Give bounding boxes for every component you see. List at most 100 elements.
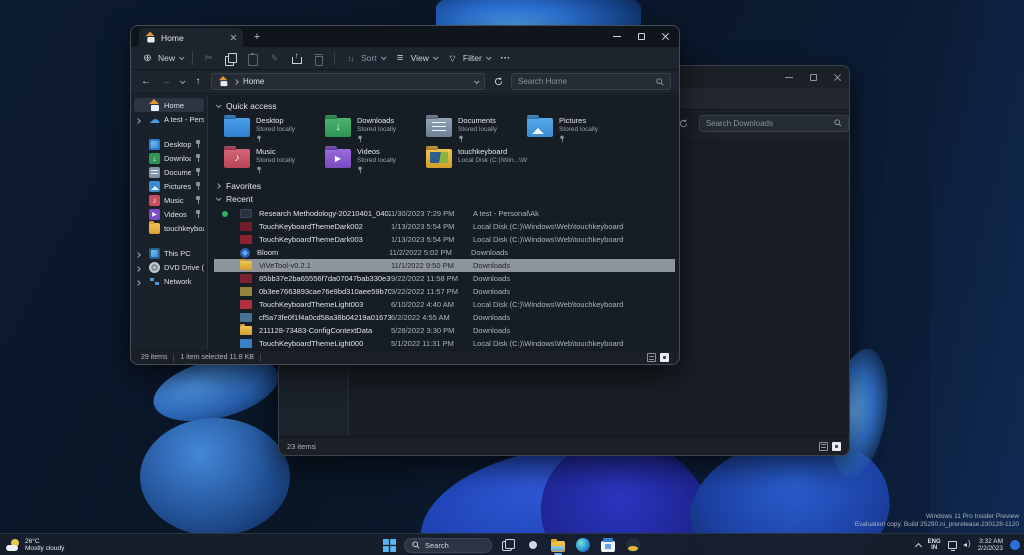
sidebar-item-documents[interactable]: Documents <box>134 165 204 179</box>
recent-row-0b3e[interactable]: 0b3ee7663893cae76e9bd310aee59b70d76cc476… <box>214 285 675 298</box>
folder-icon <box>426 149 452 168</box>
recent-locations-button[interactable] <box>180 78 186 84</box>
sidebar-item-home[interactable]: Home <box>134 98 204 112</box>
large-icons-view-button[interactable] <box>660 353 669 362</box>
more-options-button[interactable] <box>499 52 512 65</box>
tile-desktop[interactable]: Desktop Stored locally <box>224 116 325 143</box>
recent-files-list: Research Methodology-20210401_040256-Mee… <box>214 207 679 350</box>
item-label: This PC <box>164 249 204 258</box>
new-tab-button[interactable] <box>249 29 265 45</box>
recent-row-85bb[interactable]: 85bb37e2ba65556f7da07047bab330e3534c80a2… <box>214 272 675 285</box>
expand-chevron-icon[interactable] <box>135 252 141 258</box>
command-bar: New Sort View Filter <box>131 47 679 70</box>
items-count: 29 items <box>141 354 167 361</box>
forward-button[interactable] <box>159 75 173 89</box>
recent-row-211128[interactable]: 211128-73483-ConfigContextData 5/28/2022… <box>214 324 675 337</box>
expand-chevron-icon[interactable] <box>135 118 141 124</box>
tile-title: Documents <box>458 116 497 125</box>
file-location: Downloads <box>471 248 675 257</box>
back-button[interactable] <box>139 75 153 89</box>
breadcrumb[interactable]: Home <box>211 73 485 90</box>
new-button[interactable]: New <box>141 52 183 65</box>
sort-button[interactable]: Sort <box>344 52 385 65</box>
details-view-button[interactable] <box>647 353 656 362</box>
tile-videos[interactable]: Videos Stored locally <box>325 147 426 174</box>
pin-icon <box>195 196 201 204</box>
copy-button[interactable] <box>224 52 237 65</box>
sidebar-item-videos[interactable]: Videos <box>134 207 204 221</box>
share-button[interactable] <box>290 52 303 65</box>
recent-row-bloom[interactable]: Bloom 11/2/2022 5:02 PM Downloads <box>214 246 675 259</box>
language-indicator[interactable]: ENG IN <box>928 539 941 552</box>
close-button[interactable] <box>653 26 677 47</box>
maximize-button[interactable] <box>629 26 653 47</box>
folder-icon <box>224 149 250 168</box>
tile-pictures[interactable]: Pictures Stored locally <box>527 116 628 143</box>
notification-badge[interactable] <box>1010 540 1020 550</box>
file-explorer-window[interactable]: Home New <box>130 25 680 365</box>
sidebar-item-downloads[interactable]: Downloads <box>134 151 204 165</box>
weather-widget[interactable]: 26°C Mostly cloudy <box>6 534 64 555</box>
close-button[interactable] <box>825 66 849 88</box>
file-location: Downloads <box>473 274 675 283</box>
sidebar-item-music[interactable]: Music <box>134 193 204 207</box>
tile-documents[interactable]: Documents Stored locally <box>426 116 527 143</box>
minimize-button[interactable] <box>605 26 629 47</box>
recent-row-dark002[interactable]: TouchKeyboardThemeDark002 1/13/2023 5:54… <box>214 220 675 233</box>
show-hidden-icons-button[interactable] <box>915 543 922 550</box>
item-icon <box>149 209 160 220</box>
store-icon[interactable] <box>599 535 617 555</box>
refresh-button[interactable] <box>491 75 505 89</box>
system-icons[interactable] <box>948 541 971 549</box>
expand-chevron-icon[interactable] <box>135 266 141 272</box>
maximize-button[interactable] <box>801 66 825 88</box>
taskbar-search[interactable]: Search <box>404 538 492 553</box>
refresh-icon <box>679 119 688 128</box>
search-input[interactable]: Search Downloads <box>699 115 849 132</box>
details-view-button[interactable] <box>819 442 828 451</box>
section-recent[interactable]: Recent <box>214 192 679 205</box>
tab-home[interactable]: Home <box>139 28 243 47</box>
minimize-button[interactable] <box>777 66 801 88</box>
chat-icon[interactable] <box>524 535 542 555</box>
recent-row-light003[interactable]: TouchKeyboardThemeLight003 6/10/2022 4:4… <box>214 298 675 311</box>
clock[interactable]: 3:32 AM 2/2/2023 <box>978 538 1003 553</box>
view-button[interactable]: View <box>394 52 437 65</box>
sidebar-item-network[interactable]: Network <box>134 274 204 288</box>
item-label: A test - Personal <box>164 115 204 124</box>
item-label: Downloads <box>164 154 191 163</box>
sidebar-item-desktop[interactable]: Desktop <box>134 137 204 151</box>
section-quick-access[interactable]: Quick access <box>214 99 679 112</box>
search-input[interactable]: Search Home <box>511 73 671 90</box>
tile-touchkeyboard[interactable]: touchkeyboard Local Disk (C:)\Win...\Web <box>426 147 527 174</box>
sidebar-item-pictures[interactable]: Pictures <box>134 179 204 193</box>
file-explorer-icon[interactable] <box>549 535 567 555</box>
recent-row-dark003[interactable]: TouchKeyboardThemeDark003 1/13/2023 5:54… <box>214 233 675 246</box>
recent-row-light000[interactable]: TouchKeyboardThemeLight000 5/1/2022 11:3… <box>214 337 675 350</box>
recent-row-vivetool[interactable]: ViVeTool-v0.2.1 11/1/2022 9:50 PM Downlo… <box>214 259 675 272</box>
sidebar-item-dvd-drive[interactable]: DVD Drive (D:) CCC <box>134 260 204 274</box>
start-button[interactable] <box>382 538 397 553</box>
tile-downloads[interactable]: Downloads Stored locally <box>325 116 426 143</box>
paste-button[interactable] <box>246 52 259 65</box>
sidebar-item-touchkeyboard[interactable]: touchkeyboard <box>134 221 204 235</box>
tab-close-icon[interactable] <box>230 34 237 41</box>
task-view-icon[interactable] <box>499 535 517 555</box>
sidebar-item-this-pc[interactable]: This PC <box>134 246 204 260</box>
cut-button[interactable] <box>202 52 215 65</box>
filter-button[interactable]: Filter <box>446 52 490 65</box>
recent-row-research[interactable]: Research Methodology-20210401_040256-Mee… <box>214 207 675 220</box>
delete-button[interactable] <box>312 52 325 65</box>
edge-icon[interactable] <box>574 535 592 555</box>
recent-row-cf5a[interactable]: cf5a73fe0f1f4a0cd58a38b04219a0167354f87f… <box>214 311 675 324</box>
sidebar-item-onedrive[interactable]: A test - Personal <box>134 112 204 126</box>
address-dropdown-icon[interactable] <box>474 78 480 84</box>
rename-button[interactable] <box>268 52 281 65</box>
wallpaper-right-glow <box>930 0 1024 555</box>
up-button[interactable] <box>191 75 205 89</box>
section-favorites[interactable]: Favorites <box>214 179 679 192</box>
large-icons-view-button[interactable] <box>832 442 841 451</box>
tile-music[interactable]: Music Stored locally <box>224 147 325 174</box>
pinned-app-icon[interactable] <box>624 535 642 555</box>
expand-chevron-icon[interactable] <box>135 280 141 286</box>
